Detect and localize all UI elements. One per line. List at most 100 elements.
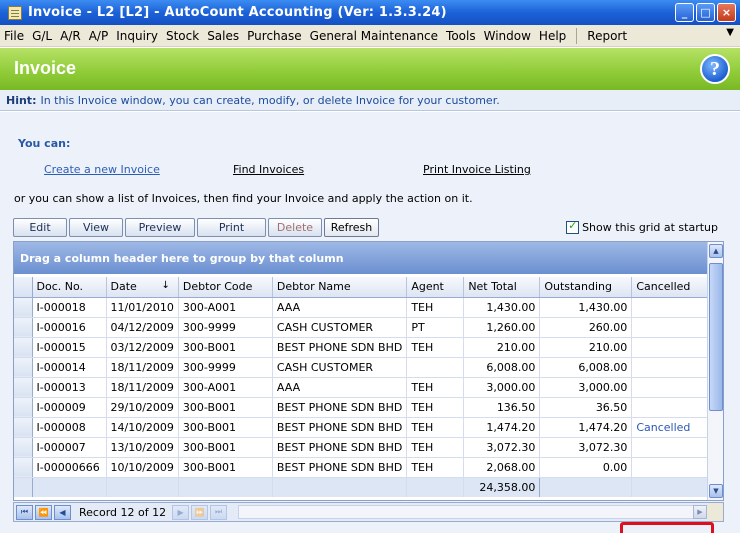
cell-debtor-name: BEST PHONE SDN BHD (272, 397, 408, 418)
find-invoices-link[interactable]: Find Invoices (233, 163, 304, 176)
table-row[interactable]: I-000007 13/10/2009 300-B001 BEST PHONE … (14, 437, 708, 458)
column-header-outstanding[interactable]: Outstanding (539, 277, 633, 298)
cell-net-total: 2,068.00 (463, 457, 541, 478)
cell-debtor-code: 300-B001 (178, 337, 273, 358)
row-indicator[interactable] (14, 297, 33, 318)
row-indicator[interactable] (14, 397, 33, 418)
cell-cancelled (631, 437, 708, 458)
prev-page-icon[interactable]: ⏪ (35, 504, 52, 520)
print-button[interactable]: Print (197, 218, 266, 237)
row-indicator[interactable] (14, 357, 33, 378)
show-grid-option[interactable]: Show this grid at startup (566, 219, 718, 234)
footer-indicator (14, 477, 33, 497)
column-header-debtor-name[interactable]: Debtor Name (272, 277, 408, 298)
cell-cancelled (631, 357, 708, 378)
menu-ap[interactable]: A/P (85, 29, 113, 43)
preview-button[interactable]: Preview (125, 218, 195, 237)
row-indicator[interactable] (14, 437, 33, 458)
cell-agent: TEH (406, 297, 465, 318)
view-button[interactable]: View (69, 218, 123, 237)
column-header-agent[interactable]: Agent (406, 277, 465, 298)
column-header-date[interactable]: Date ↓ (106, 277, 179, 298)
menu-general-maintenance[interactable]: General Maintenance (306, 29, 442, 43)
menu-help[interactable]: Help (535, 29, 570, 43)
menu-ar[interactable]: A/R (56, 29, 85, 43)
cell-outstanding: 3,000.00 (539, 377, 633, 398)
horizontal-scrollbar[interactable] (238, 505, 704, 519)
column-header-cancelled[interactable]: Cancelled (631, 277, 708, 298)
cell-doc-no: I-000007 (32, 437, 107, 458)
row-indicator[interactable] (14, 317, 33, 338)
create-invoice-link[interactable]: Create a new Invoice (44, 163, 160, 176)
cell-debtor-name: BEST PHONE SDN BHD (272, 437, 408, 458)
maximize-button[interactable]: □ (696, 3, 715, 22)
column-header-debtor-code[interactable]: Debtor Code (178, 277, 273, 298)
menu-tools[interactable]: Tools (442, 29, 480, 43)
print-invoice-listing-link[interactable]: Print Invoice Listing (423, 163, 531, 176)
table-row[interactable]: I-000009 29/10/2009 300-B001 BEST PHONE … (14, 397, 708, 418)
menu-gl[interactable]: G/L (28, 29, 56, 43)
close-button[interactable]: × (717, 3, 736, 22)
menu-report[interactable]: Report (583, 29, 631, 43)
row-indicator[interactable] (14, 337, 33, 358)
help-icon[interactable]: ? (700, 54, 730, 84)
next-record-icon[interactable]: ▶ (172, 504, 190, 520)
cell-debtor-name: BEST PHONE SDN BHD (272, 337, 408, 358)
table-row[interactable]: I-00000666 10/10/2009 300-B001 BEST PHON… (14, 457, 708, 478)
scroll-down-icon[interactable]: ▼ (709, 484, 723, 498)
menu-inquiry[interactable]: Inquiry (112, 29, 162, 43)
next-page-icon[interactable]: ⏩ (191, 504, 209, 520)
edit-button[interactable]: Edit (13, 218, 67, 237)
cell-date: 18/11/2009 (106, 377, 179, 398)
show-grid-label: Show this grid at startup (582, 221, 718, 234)
show-grid-checkbox[interactable] (566, 219, 580, 234)
page-banner: Invoice ? (0, 48, 740, 90)
column-header-doc-no[interactable]: Doc. No. (32, 277, 107, 298)
table-row[interactable]: I-000013 18/11/2009 300-A001 AAA TEH 3,0… (14, 377, 708, 398)
table-row[interactable]: I-000016 04/12/2009 300-9999 CASH CUSTOM… (14, 317, 708, 338)
table-header-row: Doc. No. Date ↓ Debtor Code Debtor Name A… (14, 277, 708, 298)
row-indicator[interactable] (14, 377, 33, 398)
table-row[interactable]: I-000014 18/11/2009 300-9999 CASH CUSTOM… (14, 357, 708, 378)
row-indicator[interactable] (14, 457, 33, 478)
menu-separator (576, 27, 578, 44)
menu-purchase[interactable]: Purchase (243, 29, 306, 43)
column-header-net-total[interactable]: Net Total (463, 277, 541, 298)
instructions-text: or you can show a list of Invoices, then… (14, 192, 473, 205)
table-row[interactable]: I-000015 03/12/2009 300-B001 BEST PHONE … (14, 337, 708, 358)
table-footer-row: 24,358.00 (14, 476, 708, 497)
menu-sales[interactable]: Sales (203, 29, 243, 43)
row-indicator[interactable] (14, 417, 33, 438)
minimize-button[interactable]: _ (675, 3, 694, 22)
scroll-up-icon[interactable]: ▲ (709, 244, 723, 258)
group-by-panel[interactable]: Drag a column header here to group by th… (14, 242, 708, 274)
cell-net-total: 3,072.30 (463, 437, 541, 458)
delete-button[interactable]: Delete (268, 218, 322, 237)
menu-window[interactable]: Window (480, 29, 535, 43)
menu-stock[interactable]: Stock (162, 29, 203, 43)
scroll-thumb[interactable] (709, 263, 723, 411)
hint-bar: Hint: In this Invoice window, you can cr… (0, 90, 740, 111)
refresh-button[interactable]: Refresh (324, 218, 379, 237)
cell-net-total: 1,430.00 (463, 297, 541, 318)
cell-outstanding: 1,430.00 (539, 297, 633, 318)
menu-overflow-icon[interactable]: ▼ (726, 27, 734, 38)
cell-outstanding: 3,072.30 (539, 437, 633, 458)
first-record-icon[interactable]: ⏮ (16, 504, 33, 520)
cell-outstanding: 6,008.00 (539, 357, 633, 378)
table-row[interactable]: I-000008 14/10/2009 300-B001 BEST PHONE … (14, 417, 708, 438)
cell-debtor-code: 300-9999 (178, 357, 273, 378)
cell-cancelled (631, 397, 708, 418)
cell-cancelled (631, 297, 708, 318)
table-row[interactable]: I-000018 11/01/2010 300-A001 AAA TEH 1,4… (14, 297, 708, 318)
cell-net-total: 136.50 (463, 397, 541, 418)
menu-file[interactable]: File (0, 29, 28, 43)
vertical-scrollbar[interactable]: ▲ ▼ (707, 242, 723, 500)
prev-record-icon[interactable]: ◀ (54, 504, 71, 520)
record-counter: Record 12 of 12 (79, 505, 167, 519)
last-record-icon[interactable]: ⏭ (210, 504, 228, 520)
scroll-right-icon[interactable]: ▶ (693, 505, 707, 519)
column-header-date-label: Date (110, 280, 137, 294)
cell-date: 14/10/2009 (106, 417, 179, 438)
cell-doc-no: I-000013 (32, 377, 107, 398)
